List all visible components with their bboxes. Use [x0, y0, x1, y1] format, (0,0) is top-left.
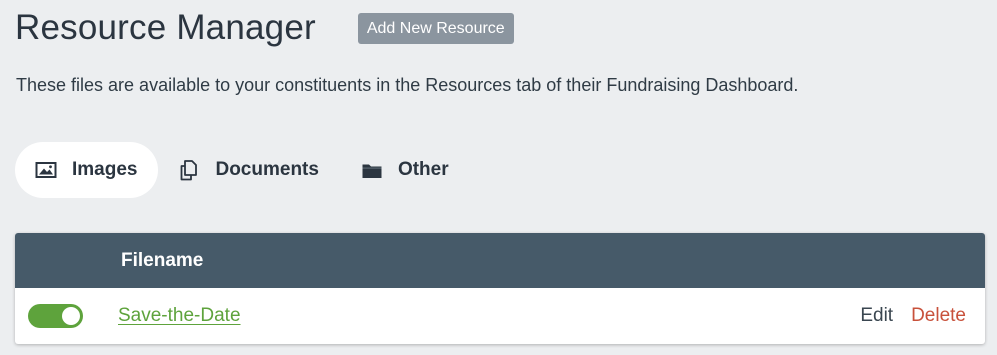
page-description: These files are available to your consti… — [16, 75, 799, 95]
tab-images[interactable]: Images — [15, 142, 159, 198]
tab-label: Documents — [215, 159, 319, 180]
tab-documents[interactable]: Documents — [158, 142, 340, 198]
page-header: Resource Manager Add New Resource — [15, 8, 514, 48]
row-actions: Edit Delete — [860, 288, 966, 344]
tab-label: Images — [72, 159, 138, 180]
documents-icon — [178, 159, 200, 181]
folder-icon — [361, 159, 383, 181]
column-header-filename[interactable]: Filename — [121, 250, 203, 272]
tab-other[interactable]: Other — [341, 142, 471, 198]
edit-link[interactable]: Edit — [860, 305, 893, 327]
enabled-toggle[interactable] — [28, 304, 83, 328]
toggle-knob — [62, 307, 80, 325]
table-header: Filename — [15, 233, 985, 288]
delete-link[interactable]: Delete — [911, 305, 966, 327]
table-row: Save-the-Date Edit Delete — [15, 288, 985, 344]
tab-label: Other — [397, 159, 449, 180]
page-title: Resource Manager — [15, 8, 316, 47]
resource-tabs: Images Documents Other — [15, 142, 471, 198]
resources-table: Filename Save-the-Date Edit Delete — [15, 233, 985, 344]
filename-link[interactable]: Save-the-Date — [118, 305, 241, 327]
add-new-resource-button[interactable]: Add New Resource — [357, 12, 514, 44]
image-icon — [35, 159, 57, 181]
